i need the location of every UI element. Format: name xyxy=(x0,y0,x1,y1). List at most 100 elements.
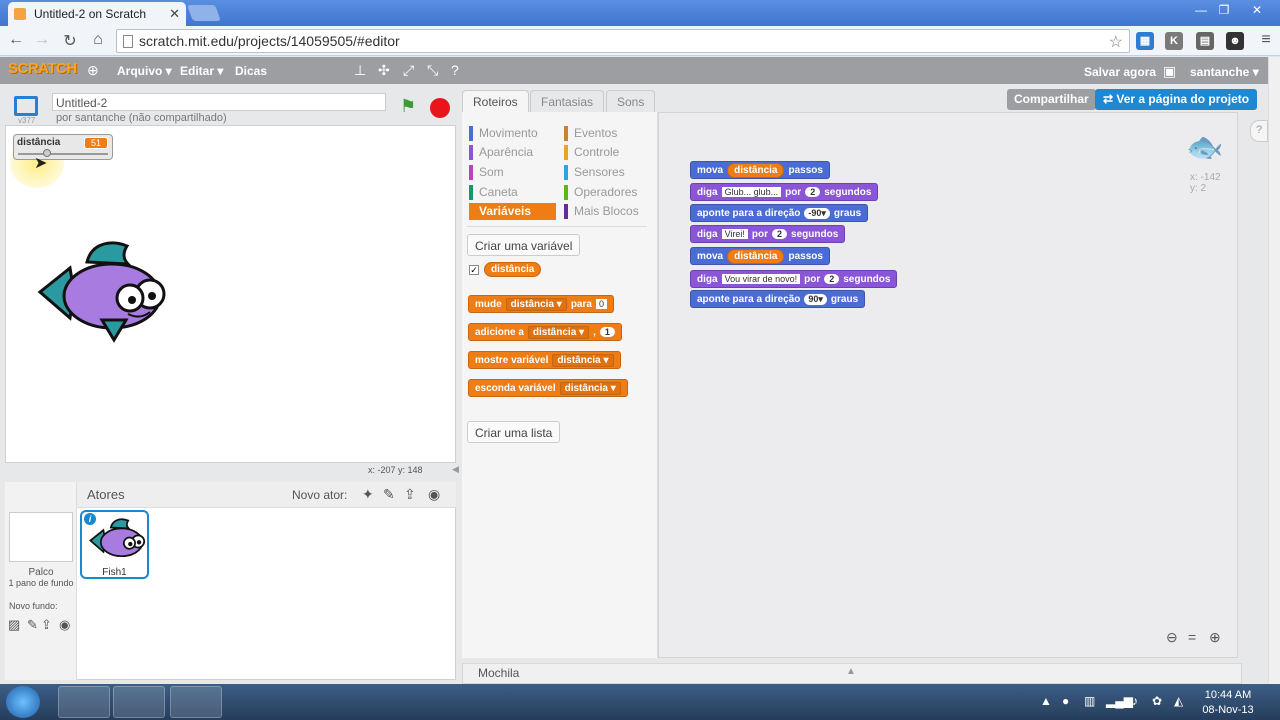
address-bar[interactable]: scratch.mit.edu/projects/14059505/#edito… xyxy=(116,29,1130,53)
see-project-page-button[interactable]: ⇄ Ver a página do projeto xyxy=(1095,89,1258,110)
upload-sprite-icon[interactable]: ⇪ xyxy=(404,486,416,503)
fish-sprite[interactable] xyxy=(32,240,166,346)
tray-signal-icon[interactable]: ▂▄▆ xyxy=(1106,694,1133,708)
stage[interactable] xyxy=(5,125,456,463)
block-hide-variable[interactable]: esconda variável distância ▾ xyxy=(468,379,628,397)
reload-icon[interactable]: ↻ xyxy=(60,31,80,51)
block-change-variable[interactable]: adicione a distância ▾ , 1 xyxy=(468,323,622,341)
camera-backdrop-icon[interactable]: ◉ xyxy=(59,617,70,633)
direction-dropdown[interactable]: -90▾ xyxy=(804,207,830,219)
menu-tips[interactable]: Dicas xyxy=(235,64,267,78)
script-block[interactable]: diga Glub... glub... por 2 segundos xyxy=(690,183,879,201)
home-icon[interactable]: ⌂ xyxy=(88,31,108,49)
script-block[interactable]: diga Vou virar de novo! por 2 segundos xyxy=(690,270,898,288)
windows-start-icon[interactable] xyxy=(6,686,40,718)
number-input[interactable]: 2 xyxy=(824,274,840,284)
zoom-in-icon[interactable]: ⊕ xyxy=(1209,629,1221,646)
variable-reporter[interactable]: distância xyxy=(727,248,785,264)
make-variable-button[interactable]: Criar uma variável xyxy=(467,234,581,256)
restore-icon[interactable]: ❐ xyxy=(1213,3,1235,17)
tray-volume-icon[interactable]: ♪ xyxy=(1132,694,1138,708)
script-block[interactable]: mova distância passos xyxy=(690,161,830,179)
user-menu[interactable]: santanche ▾ xyxy=(1190,65,1259,79)
shrink-icon[interactable]: ⤡ xyxy=(427,62,438,79)
variable-reporter[interactable]: distância xyxy=(727,162,785,178)
script-block[interactable]: diga Virei! por 2 segundos xyxy=(690,225,846,243)
chrome-taskbar-icon[interactable] xyxy=(113,686,165,718)
page-scrollbar[interactable] xyxy=(1268,57,1280,684)
collapse-stage-icon[interactable]: ◀ xyxy=(452,464,459,475)
project-title-input[interactable]: Untitled-2 xyxy=(52,93,386,111)
my-stuff-icon[interactable]: ▣ xyxy=(1163,63,1176,80)
extension-calendar-icon[interactable]: ▦ xyxy=(1136,32,1154,50)
tray-drive-icon[interactable]: ◭ xyxy=(1174,694,1183,708)
taskbar-clock[interactable]: 10:44 AM 08-Nov-13 xyxy=(1198,688,1258,718)
help-tab[interactable]: ? xyxy=(1250,120,1268,142)
value-input[interactable]: 1 xyxy=(599,327,615,337)
tab-scripts[interactable]: Roteiros xyxy=(462,90,529,112)
variable-dropdown[interactable]: distância ▾ xyxy=(505,297,567,311)
category-sensores[interactable]: Sensores xyxy=(564,164,625,181)
bookmark-star-icon[interactable]: ☆ xyxy=(1109,32,1123,52)
menu-file[interactable]: Arquivo ▾ xyxy=(117,64,172,78)
variable-monitor[interactable]: distância 51 xyxy=(13,134,113,160)
category-variáveis[interactable]: Variáveis xyxy=(469,203,556,220)
close-tab-icon[interactable]: ✕ xyxy=(169,6,180,22)
category-som[interactable]: Som xyxy=(469,164,504,181)
delete-cut-icon[interactable]: ✣ xyxy=(378,62,390,79)
help-icon[interactable]: ? xyxy=(451,62,459,78)
variable-dropdown[interactable]: distância ▾ xyxy=(552,353,614,367)
paint-backdrop-icon[interactable]: ✎ xyxy=(27,617,38,633)
back-icon[interactable]: ← xyxy=(6,31,26,49)
backpack-expand-icon[interactable]: ▲ xyxy=(846,666,856,677)
text-input[interactable]: Virei! xyxy=(721,229,748,239)
tray-sync-icon[interactable]: ✿ xyxy=(1152,694,1162,708)
value-input[interactable]: 0 xyxy=(595,299,607,309)
variable-dropdown[interactable]: distância ▾ xyxy=(559,381,621,395)
menu-edit[interactable]: Editar ▾ xyxy=(180,64,223,78)
duplicate-stamp-icon[interactable]: ⊥ xyxy=(354,62,366,79)
share-button[interactable]: Compartilhar xyxy=(1007,89,1096,110)
browser-tab[interactable]: Untitled-2 on Scratch ✕ xyxy=(8,2,186,26)
text-input[interactable]: Glub... glub... xyxy=(721,187,782,197)
variable-dropdown[interactable]: distância ▾ xyxy=(527,325,590,339)
language-globe-icon[interactable]: ⊕ xyxy=(87,62,99,79)
make-list-button[interactable]: Criar uma lista xyxy=(467,421,561,443)
number-input[interactable]: 2 xyxy=(772,229,788,239)
extension-tag-icon[interactable]: ▤ xyxy=(1196,32,1214,50)
scratch-logo[interactable]: SCRATCH xyxy=(8,60,77,77)
category-eventos[interactable]: Eventos xyxy=(564,125,617,142)
paint-new-sprite-icon[interactable]: ✎ xyxy=(383,486,395,503)
tray-network-icon[interactable]: ▥ xyxy=(1084,694,1095,708)
minimize-icon[interactable]: — xyxy=(1190,3,1212,17)
tab-sounds[interactable]: Sons xyxy=(606,90,656,112)
tray-arrow-icon[interactable]: ▲ xyxy=(1040,694,1052,708)
extension-k-icon[interactable]: K xyxy=(1165,32,1183,50)
choose-sprite-library-icon[interactable]: ✦ xyxy=(362,486,374,503)
forward-icon[interactable]: → xyxy=(32,31,52,49)
zoom-out-icon[interactable]: ⊖ xyxy=(1166,629,1178,646)
category-operadores[interactable]: Operadores xyxy=(564,184,637,201)
grow-icon[interactable]: ⤢ xyxy=(403,62,414,79)
variable-reporter-distancia[interactable]: distância xyxy=(484,262,542,277)
fullscreen-button[interactable] xyxy=(14,96,38,116)
app-taskbar-icon[interactable] xyxy=(170,686,222,718)
stop-button[interactable] xyxy=(430,98,450,118)
window-close-icon[interactable]: ✕ xyxy=(1246,3,1268,17)
text-input[interactable]: Vou virar de novo! xyxy=(721,274,801,284)
camera-sprite-icon[interactable]: ◉ xyxy=(428,486,440,503)
save-now-link[interactable]: Salvar agora xyxy=(1084,65,1156,79)
number-input[interactable]: 2 xyxy=(805,187,821,197)
category-movimento[interactable]: Movimento xyxy=(469,125,538,142)
tray-app-icon[interactable]: ● xyxy=(1062,694,1069,708)
category-mais-blocos[interactable]: Mais Blocos xyxy=(564,203,639,220)
block-set-variable[interactable]: mude distância ▾ para 0 xyxy=(468,295,614,313)
tab-costumes[interactable]: Fantasias xyxy=(530,90,605,112)
upload-backdrop-icon[interactable]: ⇪ xyxy=(41,617,52,633)
category-aparência[interactable]: Aparência xyxy=(469,144,533,161)
chrome-menu-icon[interactable]: ≡ xyxy=(1256,31,1276,49)
green-flag-icon[interactable]: ⚑ xyxy=(400,96,416,117)
user-avatar-icon[interactable]: ☻ xyxy=(1226,32,1244,50)
script-block[interactable]: mova distância passos xyxy=(690,247,830,265)
direction-dropdown[interactable]: 90▾ xyxy=(804,293,827,305)
